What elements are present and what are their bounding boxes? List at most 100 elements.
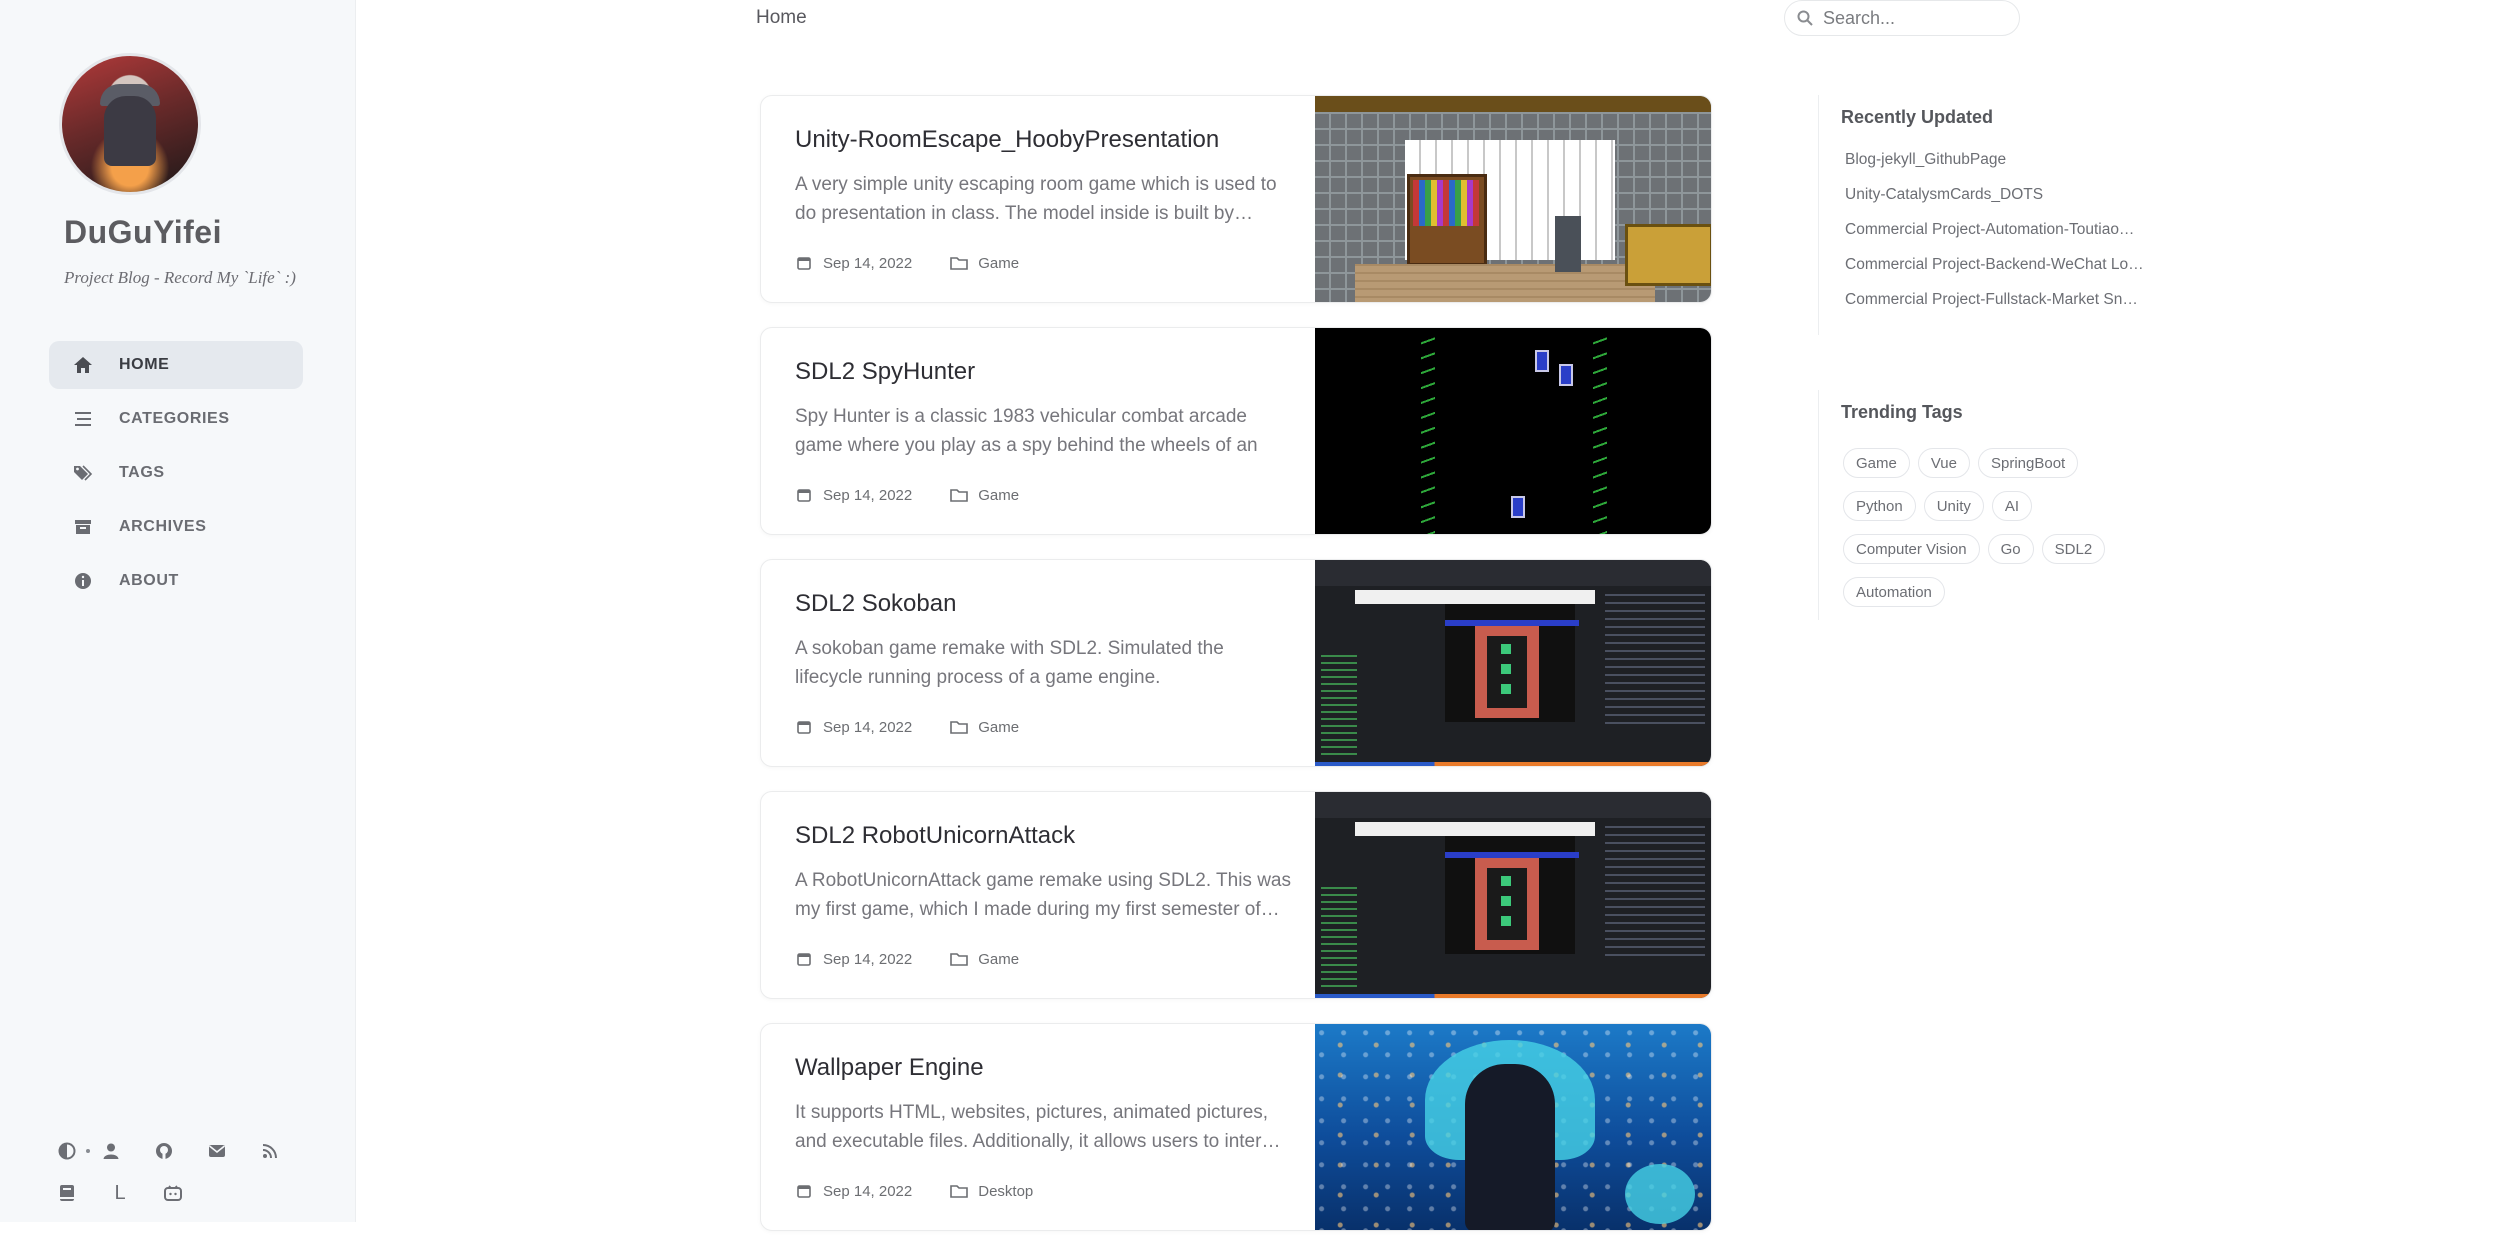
post-category: Desktop (978, 1182, 1034, 1200)
recently-updated-list: Blog-jekyll_GithubPage Unity-CatalysmCar… (1845, 151, 2165, 326)
recent-post-link[interactable]: Commercial Project-Fullstack-Market Sn… (1845, 291, 2165, 326)
nav-label: TAGS (119, 464, 165, 481)
post-meta: Sep 14, 2022 Game (795, 254, 1019, 272)
panel-heading: Recently Updated (1841, 107, 1994, 127)
post-meta: Sep 14, 2022 Desktop (795, 1182, 1033, 1200)
search-box[interactable] (1784, 0, 2020, 36)
folder-icon (950, 718, 969, 736)
tag-chip[interactable]: AI (1991, 491, 2033, 521)
post-meta: Sep 14, 2022 Game (795, 486, 1019, 504)
search-input[interactable] (1821, 6, 2005, 30)
breadcrumb: Home (756, 7, 807, 28)
post-date: Sep 14, 2022 (823, 718, 913, 736)
stream-icon (68, 407, 98, 431)
nav-label: ARCHIVES (119, 518, 207, 535)
separator-dot (86, 1149, 90, 1153)
post-title[interactable]: SDL2 Sokoban (795, 590, 956, 618)
post-card[interactable]: SDL2 RobotUnicornAttack A RobotUnicornAt… (760, 791, 1712, 999)
post-meta: Sep 14, 2022 Game (795, 718, 1019, 736)
tag-chip[interactable]: Game (1843, 448, 1910, 478)
site-title[interactable]: DuGuYifei (64, 214, 222, 251)
trending-tags-panel: Trending Tags Game Vue SpringBoot Python… (1818, 390, 2191, 620)
post-date: Sep 14, 2022 (823, 486, 913, 504)
post-card[interactable]: SDL2 SpyHunter Spy Hunter is a classic 1… (760, 327, 1712, 535)
post-date: Sep 14, 2022 (823, 254, 913, 272)
tag-chip[interactable]: Go (1987, 534, 2034, 564)
recent-post-link[interactable]: Blog-jekyll_GithubPage (1845, 151, 2165, 186)
post-title[interactable]: SDL2 SpyHunter (795, 358, 975, 386)
post-category: Game (978, 950, 1020, 968)
post-description: A RobotUnicornAttack game remake using S… (795, 870, 1291, 920)
rss-icon[interactable] (255, 1136, 285, 1166)
post-list: Unity-RoomEscape_HoobyPresentation A ver… (760, 95, 1712, 1255)
post-category: Game (978, 486, 1020, 504)
post-card[interactable]: Unity-RoomEscape_HoobyPresentation A ver… (760, 95, 1712, 303)
recent-post-link[interactable]: Commercial Project-Backend-WeChat Lo… (1845, 256, 2165, 291)
nav-item-archives[interactable]: ARCHIVES (49, 503, 303, 551)
nav-label: ABOUT (119, 572, 179, 589)
tags-icon (68, 461, 98, 485)
user-icon[interactable] (96, 1136, 126, 1166)
nav-item-tags[interactable]: TAGS (49, 449, 303, 497)
tag-chip[interactable]: Vue (1917, 448, 1970, 478)
site-subtitle: Project Blog - Record My `Life` :) (64, 268, 296, 287)
book-icon[interactable] (52, 1178, 82, 1208)
nav-item-about[interactable]: ABOUT (49, 557, 303, 605)
post-title[interactable]: SDL2 RobotUnicornAttack (795, 822, 1075, 850)
post-title[interactable]: Wallpaper Engine (795, 1054, 984, 1082)
letter-l-icon[interactable]: L (105, 1178, 135, 1208)
nav-label: HOME (119, 356, 170, 373)
letter-l-label: L (114, 1181, 126, 1204)
post-description: Spy Hunter is a classic 1983 vehicular c… (795, 406, 1258, 456)
calendar-icon (795, 254, 813, 272)
tag-chip[interactable]: Python (1843, 491, 1916, 521)
post-description: It supports HTML, websites, pictures, an… (795, 1102, 1281, 1152)
sidebar-bottom-links: L (52, 1130, 312, 1214)
folder-icon (950, 254, 969, 272)
post-meta: Sep 14, 2022 Game (795, 950, 1019, 968)
post-description: A sokoban game remake with SDL2. Simulat… (795, 638, 1224, 688)
home-icon (68, 353, 98, 377)
tag-chip[interactable]: Computer Vision (1843, 534, 1980, 564)
calendar-icon (795, 718, 813, 736)
tag-chip[interactable]: SpringBoot (1978, 448, 2079, 478)
github-icon[interactable] (149, 1136, 179, 1166)
post-preview-image (1315, 560, 1711, 766)
nav-label: CATEGORIES (119, 410, 230, 427)
nav-item-home[interactable]: HOME (49, 341, 303, 389)
calendar-icon (795, 950, 813, 968)
post-preview-image (1315, 792, 1711, 998)
tag-chip[interactable]: Automation (1843, 577, 1945, 607)
theme-toggle-icon[interactable] (52, 1136, 82, 1166)
post-date: Sep 14, 2022 (823, 1182, 913, 1200)
folder-icon (950, 1182, 969, 1200)
post-preview-image (1315, 96, 1711, 302)
folder-icon (950, 950, 969, 968)
recent-post-link[interactable]: Unity-CatalysmCards_DOTS (1845, 186, 2165, 221)
sidebar: DuGuYifei Project Blog - Record My `Life… (0, 0, 356, 1222)
panel-heading: Trending Tags (1841, 402, 1963, 422)
folder-icon (950, 486, 969, 504)
post-date: Sep 14, 2022 (823, 950, 913, 968)
post-category: Game (978, 254, 1020, 272)
archive-icon (68, 515, 98, 539)
search-icon (1795, 8, 1815, 28)
recently-updated-panel: Recently Updated Blog-jekyll_GithubPage … (1818, 95, 2191, 335)
bilibili-icon[interactable] (158, 1178, 188, 1208)
main-nav: HOME CATEGORIES TAGS ARCHIVES ABOUT (49, 341, 303, 611)
post-preview-image (1315, 1024, 1711, 1230)
post-title[interactable]: Unity-RoomEscape_HoobyPresentation (795, 126, 1219, 154)
nav-item-categories[interactable]: CATEGORIES (49, 395, 303, 443)
tag-cloud: Game Vue SpringBoot Python Unity AI Comp… (1843, 448, 2163, 620)
recent-post-link[interactable]: Commercial Project-Automation-Toutiao… (1845, 221, 2165, 256)
email-icon[interactable] (202, 1136, 232, 1166)
avatar[interactable] (62, 56, 198, 192)
post-preview-image (1315, 328, 1711, 534)
post-card[interactable]: Wallpaper Engine It supports HTML, websi… (760, 1023, 1712, 1231)
tag-chip[interactable]: SDL2 (2041, 534, 2106, 564)
info-circle-icon (68, 569, 98, 593)
post-category: Game (978, 718, 1020, 736)
post-description: A very simple unity escaping room game w… (795, 174, 1277, 224)
tag-chip[interactable]: Unity (1923, 491, 1984, 521)
post-card[interactable]: SDL2 Sokoban A sokoban game remake with … (760, 559, 1712, 767)
